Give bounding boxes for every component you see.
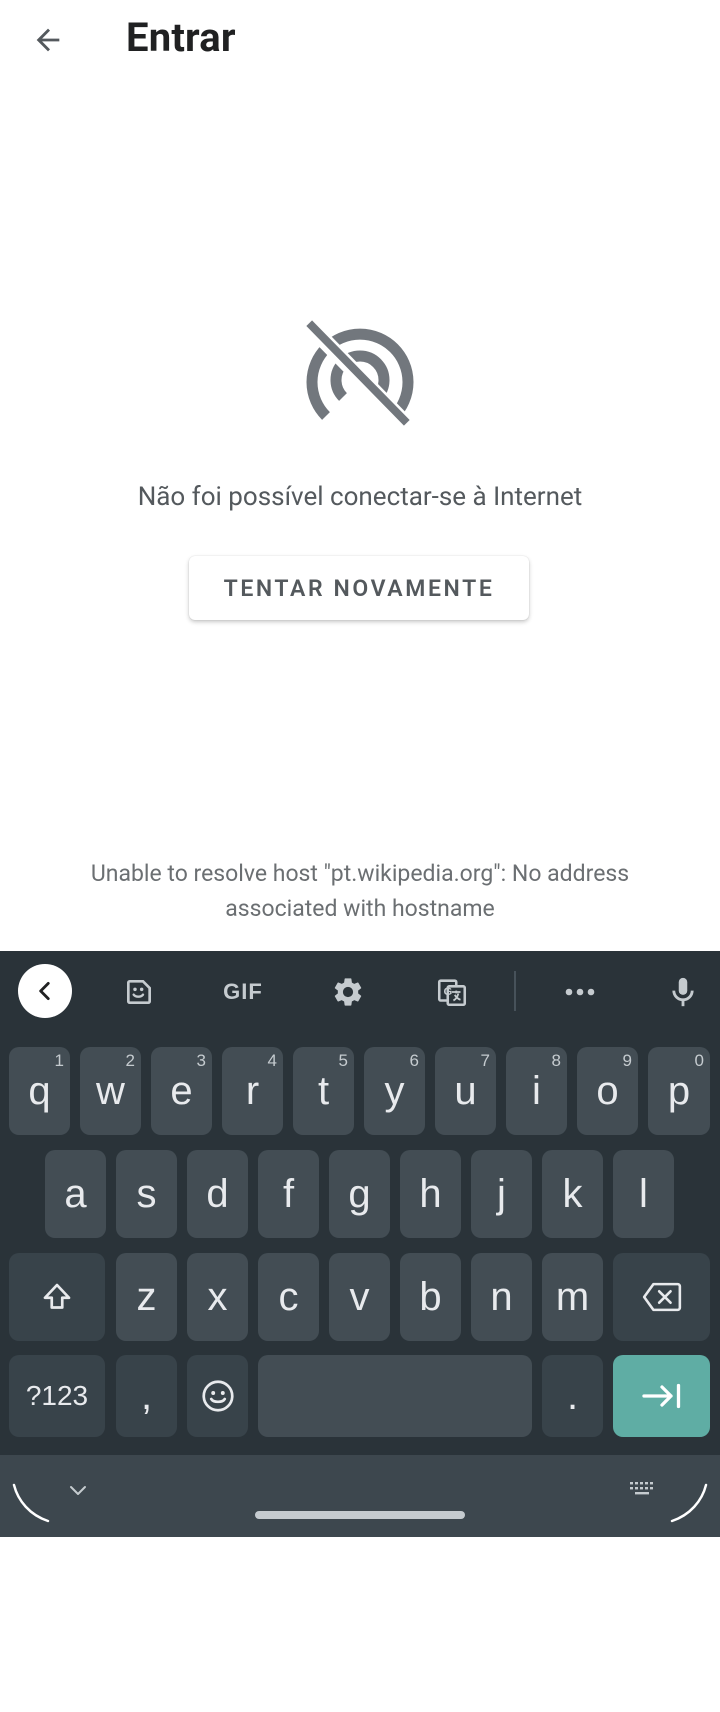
gear-icon — [334, 978, 362, 1006]
key-label: y — [384, 1068, 405, 1113]
keyboard-icon — [630, 1482, 653, 1495]
key-label: u — [454, 1068, 477, 1113]
svg-text:G: G — [444, 986, 453, 998]
next-field-icon — [641, 1383, 680, 1409]
key-g[interactable]: g — [329, 1150, 390, 1238]
gif-button[interactable]: GIF — [218, 967, 268, 1017]
gif-label: GIF — [223, 979, 263, 1004]
translate-icon: G — [437, 979, 467, 1007]
key-f[interactable]: f — [258, 1150, 319, 1238]
key-hint: 0 — [694, 1051, 704, 1070]
emoji-icon — [201, 1380, 234, 1412]
key-label: o — [596, 1068, 619, 1113]
home-indicator[interactable] — [255, 1511, 465, 1519]
key-hint: 9 — [622, 1051, 632, 1070]
voice-input-button[interactable] — [658, 967, 708, 1017]
navigation-bar — [0, 1455, 720, 1537]
key-label: r — [245, 1068, 260, 1113]
mic-icon — [672, 977, 694, 1007]
key-v[interactable]: v — [329, 1253, 390, 1341]
key-hint: 5 — [338, 1051, 348, 1070]
key-hint: 3 — [196, 1051, 206, 1070]
key-q[interactable]: q1 — [9, 1047, 70, 1135]
enter-key[interactable] — [613, 1355, 710, 1437]
emoji-key[interactable] — [187, 1355, 248, 1437]
key-hint: 8 — [551, 1051, 561, 1070]
key-w[interactable]: w2 — [80, 1047, 141, 1135]
app-bar: Entrar — [0, 0, 720, 80]
key-h[interactable]: h — [400, 1150, 461, 1238]
key-a[interactable]: a — [45, 1150, 106, 1238]
key-r[interactable]: r4 — [222, 1047, 283, 1135]
key-label: t — [317, 1068, 330, 1113]
key-hint: 7 — [480, 1051, 490, 1070]
more-button[interactable] — [555, 967, 605, 1017]
back-button[interactable] — [16, 10, 80, 70]
key-label: w — [96, 1068, 125, 1113]
keyboard-toolbar: GIF G — [0, 951, 720, 1031]
key-y[interactable]: y6 — [364, 1047, 425, 1135]
keyboard-switch-button[interactable] — [628, 1479, 658, 1499]
shift-icon — [43, 1283, 71, 1309]
key-label: i — [532, 1068, 541, 1113]
translate-button[interactable]: G — [427, 967, 477, 1017]
key-m[interactable]: m — [542, 1253, 603, 1341]
key-k[interactable]: k — [542, 1150, 603, 1238]
no-connection-icon — [304, 320, 414, 428]
settings-button[interactable] — [323, 967, 373, 1017]
shift-key[interactable] — [9, 1253, 105, 1341]
key-e[interactable]: e3 — [151, 1047, 212, 1135]
space-key[interactable] — [258, 1355, 532, 1437]
arrow-back-icon — [36, 28, 60, 52]
backspace-key[interactable] — [613, 1253, 710, 1341]
right-curve-icon — [670, 1483, 708, 1523]
key-label: e — [170, 1068, 193, 1113]
key-j[interactable]: j — [471, 1150, 532, 1238]
symbols-key[interactable]: ?123 — [9, 1355, 105, 1437]
sticker-button[interactable] — [114, 967, 164, 1017]
chevron-down-icon — [70, 1486, 86, 1495]
key-z[interactable]: z — [116, 1253, 177, 1341]
backspace-icon — [642, 1282, 681, 1312]
key-o[interactable]: o9 — [577, 1047, 638, 1135]
key-label: p — [667, 1068, 691, 1113]
key-u[interactable]: u7 — [435, 1047, 496, 1135]
comma-key[interactable]: , — [116, 1355, 177, 1437]
error-detail: Unable to resolve host "pt.wikipedia.org… — [90, 860, 630, 922]
hide-keyboard-button[interactable] — [66, 1481, 90, 1501]
period-key[interactable]: . — [542, 1355, 603, 1437]
key-hint: 2 — [125, 1051, 135, 1070]
retry-button[interactable]: TENTAR NOVAMENTE — [189, 556, 529, 620]
key-label: q — [28, 1068, 51, 1113]
more-icon — [565, 988, 595, 996]
key-hint: 4 — [267, 1051, 277, 1070]
key-i[interactable]: i8 — [506, 1047, 567, 1135]
key-c[interactable]: c — [258, 1253, 319, 1341]
key-hint: 1 — [54, 1051, 64, 1070]
key-s[interactable]: s — [116, 1150, 177, 1238]
toolbar-divider — [514, 971, 516, 1011]
error-message: Não foi possível conectar-se à Internet — [137, 482, 583, 512]
key-l[interactable]: l — [613, 1150, 674, 1238]
key-hint: 6 — [409, 1051, 419, 1070]
soft-keyboard: GIF G q 1 w 2 e 3 r 4 t 5 y 6 u 7 i 8 o … — [0, 951, 720, 1537]
key-n[interactable]: n — [471, 1253, 532, 1341]
sticker-icon — [127, 980, 151, 1004]
left-curve-icon — [12, 1483, 50, 1523]
collapse-toolbar-button[interactable] — [18, 964, 72, 1018]
key-b[interactable]: b — [400, 1253, 461, 1341]
key-d[interactable]: d — [187, 1150, 248, 1238]
login-screen: Entrar Não foi possível conectar-se à In… — [0, 0, 720, 951]
key-t[interactable]: t5 — [293, 1047, 354, 1135]
key-p[interactable]: p0 — [648, 1047, 710, 1135]
chevron-left-icon — [39, 982, 50, 1000]
key-x[interactable]: x — [187, 1253, 248, 1341]
page-title: Entrar — [126, 14, 236, 61]
